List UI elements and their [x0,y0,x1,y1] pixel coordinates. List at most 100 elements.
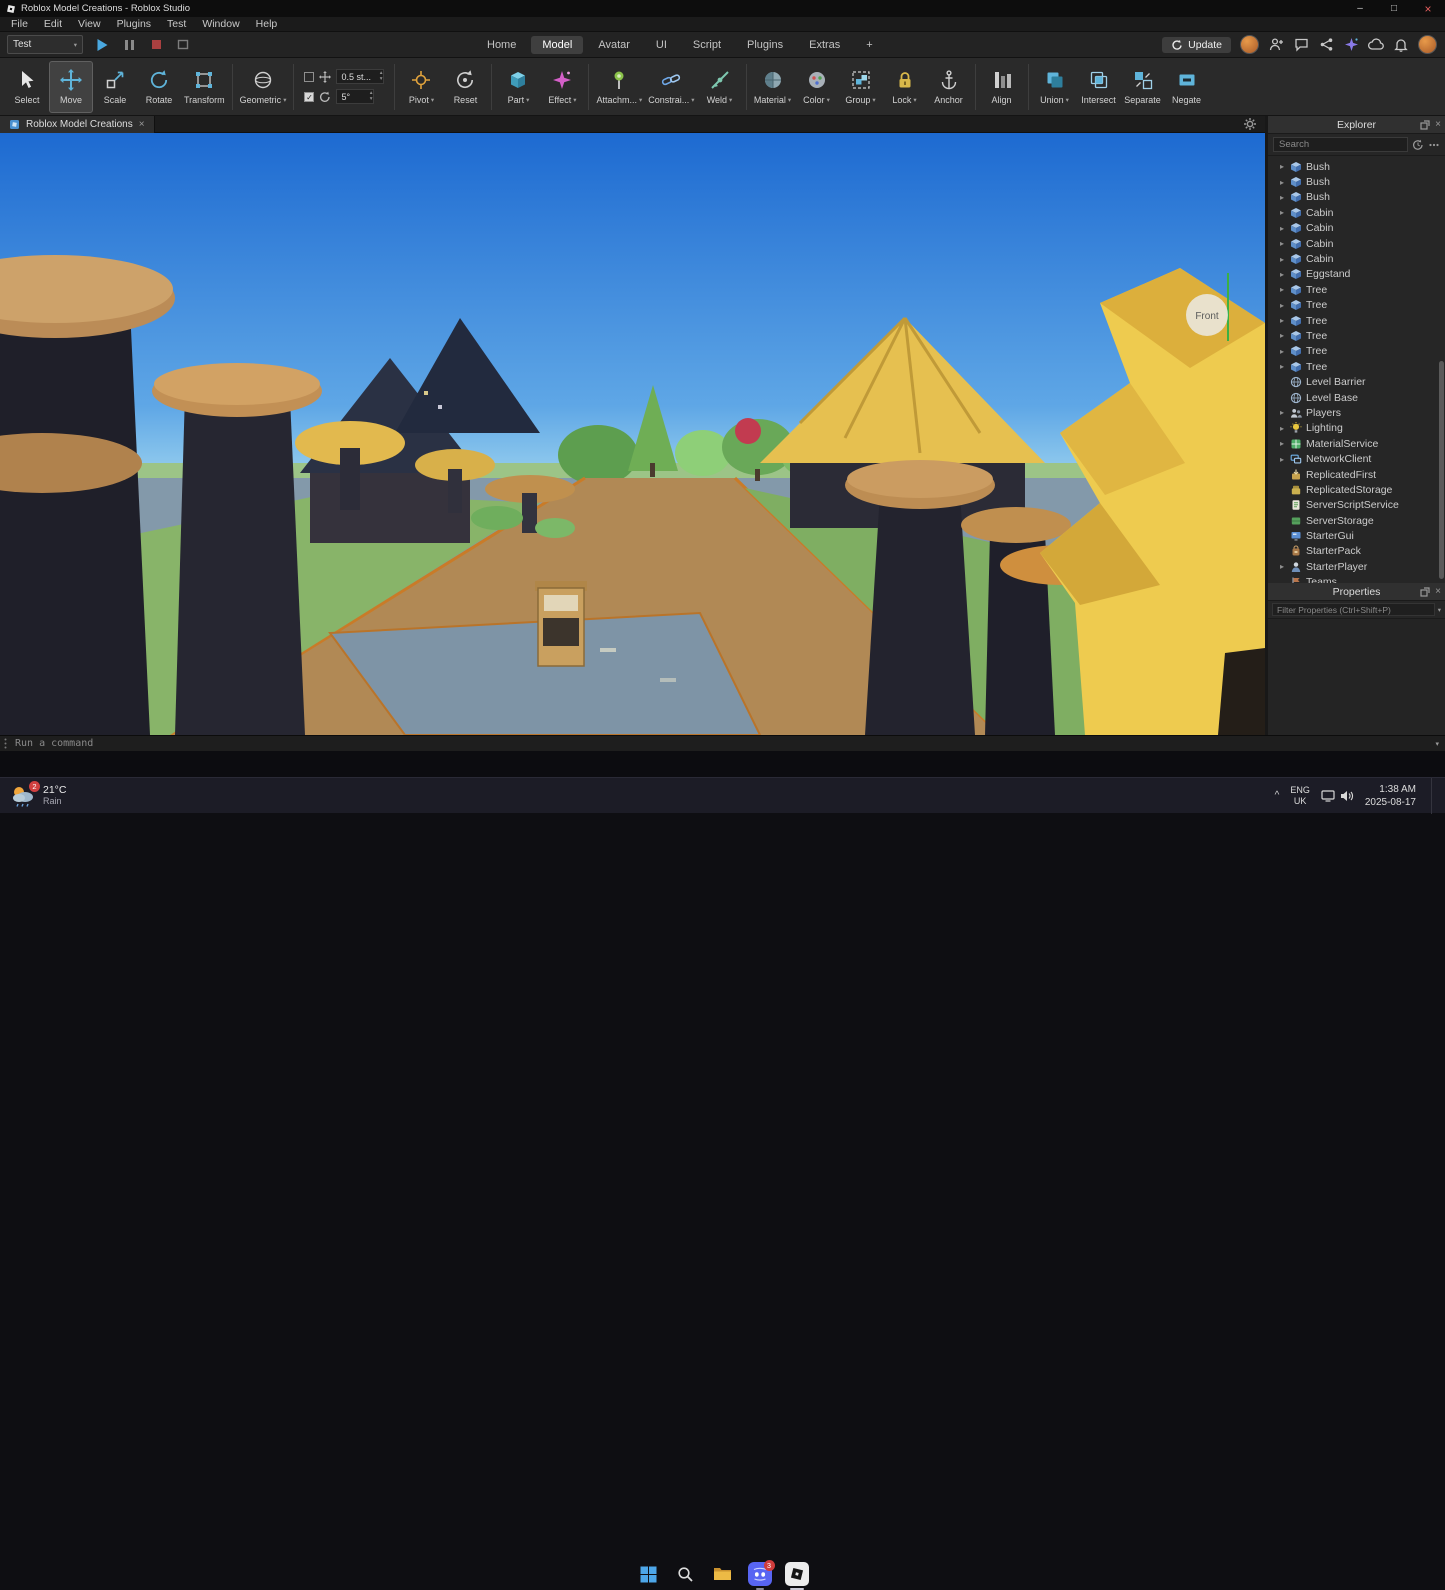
tray-status-icons[interactable] [1321,790,1354,802]
tab-avatar[interactable]: Avatar [587,36,641,54]
snap-rotate-checkbox[interactable]: ✓ [304,92,314,102]
rotate-snap-value[interactable]: 5° ▴▾ [336,89,374,104]
explorer-item[interactable]: ▸Lighting [1268,421,1445,436]
explorer-item[interactable]: Level Barrier [1268,374,1445,389]
explorer-item[interactable]: ▸Cabin [1268,236,1445,251]
menu-plugins[interactable]: Plugins [109,18,159,30]
pivot-button[interactable]: Pivot▾ [399,61,443,113]
place-tab[interactable]: Roblox Model Creations × [0,116,155,133]
menu-view[interactable]: View [70,18,109,30]
file-explorer-button[interactable] [708,1559,738,1589]
3d-viewport[interactable]: Front [0,133,1265,735]
expand-arrow-icon[interactable]: ▸ [1278,270,1286,279]
collaborate-button[interactable] [1268,37,1284,53]
start-button[interactable] [634,1559,664,1589]
expand-arrow-icon[interactable]: ▸ [1278,331,1286,340]
expand-arrow-icon[interactable]: ▸ [1278,162,1286,171]
stepper-arrows[interactable]: ▴▾ [380,70,383,82]
explorer-item[interactable]: ▸Eggstand [1268,267,1445,282]
cloud-button[interactable] [1368,37,1384,53]
intersect-button[interactable]: Intersect [1077,61,1121,113]
explorer-item[interactable]: ▸Tree [1268,328,1445,343]
tab-add[interactable]: + [855,36,883,54]
expand-arrow-icon[interactable]: ▸ [1278,424,1286,433]
weld-button[interactable]: Weld▾ [698,61,742,113]
tab-ui[interactable]: UI [645,36,678,54]
transform-tool-button[interactable]: Transform [181,61,228,113]
expand-arrow-icon[interactable]: ▸ [1278,455,1286,464]
expand-arrow-icon[interactable]: ▸ [1278,408,1286,417]
expand-arrow-icon[interactable]: ▸ [1278,178,1286,187]
group-button[interactable]: Group▾ [839,61,883,113]
negate-button[interactable]: Negate [1165,61,1209,113]
close-tab-icon[interactable]: × [139,119,145,130]
expand-arrow-icon[interactable]: ▸ [1278,239,1286,248]
explorer-item[interactable]: ServerStorage [1268,513,1445,528]
drag-grip-icon[interactable] [3,738,8,749]
move-snap-value[interactable]: 0.5 st... ▴▾ [336,69,384,84]
lock-button[interactable]: Lock▾ [883,61,927,113]
play-button[interactable] [95,38,109,52]
expand-arrow-icon[interactable]: ▸ [1278,301,1286,310]
explorer-item[interactable]: ▸Tree [1268,282,1445,297]
reset-button[interactable]: Reset [443,61,487,113]
command-input[interactable] [13,737,1435,750]
effect-button[interactable]: Effect▾ [540,61,584,113]
expand-arrow-icon[interactable]: ▸ [1278,439,1286,448]
maximize-button[interactable]: □ [1377,0,1411,17]
anchor-button[interactable]: Anchor [927,61,971,113]
scale-tool-button[interactable]: Scale [93,61,137,113]
constraints-button[interactable]: Constrai...▾ [645,61,697,113]
expand-arrow-icon[interactable]: ▸ [1278,255,1286,264]
explorer-item[interactable]: ▸Cabin [1268,205,1445,220]
expand-arrow-icon[interactable]: ▸ [1278,562,1286,571]
explorer-item[interactable]: ServerScriptService [1268,498,1445,513]
expand-arrow-icon[interactable]: ▸ [1278,224,1286,233]
close-panel-icon[interactable]: × [1435,119,1441,130]
tab-plugins[interactable]: Plugins [736,36,794,54]
expand-arrow-icon[interactable]: ▸ [1278,316,1286,325]
menu-window[interactable]: Window [194,18,247,30]
menu-file[interactable]: File [3,18,36,30]
expand-arrow-icon[interactable]: ▸ [1278,347,1286,356]
expand-arrow-icon[interactable]: ▸ [1278,193,1286,202]
properties-filter-input[interactable] [1272,603,1435,616]
explorer-item[interactable]: ▸MaterialService [1268,436,1445,451]
explorer-item[interactable]: ▸Tree [1268,344,1445,359]
test-device-dropdown[interactable]: Test ▾ [7,35,83,54]
explorer-item[interactable]: Teams [1268,575,1445,583]
move-tool-button[interactable]: Move [49,61,93,113]
align-button[interactable]: Align [980,61,1024,113]
stop-button[interactable] [149,38,163,52]
profile-avatar[interactable] [1418,35,1437,54]
expand-arrow-icon[interactable]: ▸ [1278,208,1286,217]
explorer-item[interactable]: ▸Tree [1268,298,1445,313]
union-button[interactable]: Union▾ [1033,61,1077,113]
taskbar-weather-widget[interactable]: 2 21°C Rain [10,784,66,808]
tab-model[interactable]: Model [531,36,583,54]
explorer-item[interactable]: ReplicatedFirst [1268,467,1445,482]
explorer-item[interactable]: StarterPack [1268,544,1445,559]
show-desktop-button[interactable] [1431,778,1435,814]
viewport-settings-gear-icon[interactable] [1243,117,1257,131]
chat-button[interactable] [1293,37,1309,53]
separate-button[interactable]: Separate [1121,61,1165,113]
more-options-icon[interactable] [1428,139,1440,151]
close-panel-icon[interactable]: × [1435,586,1441,597]
explorer-item[interactable]: ▸Bush [1268,190,1445,205]
close-button[interactable]: × [1411,0,1445,17]
explorer-item[interactable]: ▸Players [1268,405,1445,420]
menu-help[interactable]: Help [248,18,286,30]
share-button[interactable] [1318,37,1334,53]
menu-edit[interactable]: Edit [36,18,70,30]
tray-overflow-chevron[interactable]: ^ [1275,790,1280,801]
explorer-item[interactable]: ▸Tree [1268,313,1445,328]
explorer-item[interactable]: StarterGui [1268,528,1445,543]
explorer-item[interactable]: ▸Cabin [1268,221,1445,236]
taskbar-clock[interactable]: 1:38 AM 2025-08-17 [1365,783,1416,809]
float-panel-icon[interactable] [1420,587,1430,597]
tab-home[interactable]: Home [476,36,527,54]
material-button[interactable]: Material▾ [751,61,795,113]
explorer-item[interactable]: ▸Bush [1268,159,1445,174]
explorer-item[interactable]: Level Base [1268,390,1445,405]
